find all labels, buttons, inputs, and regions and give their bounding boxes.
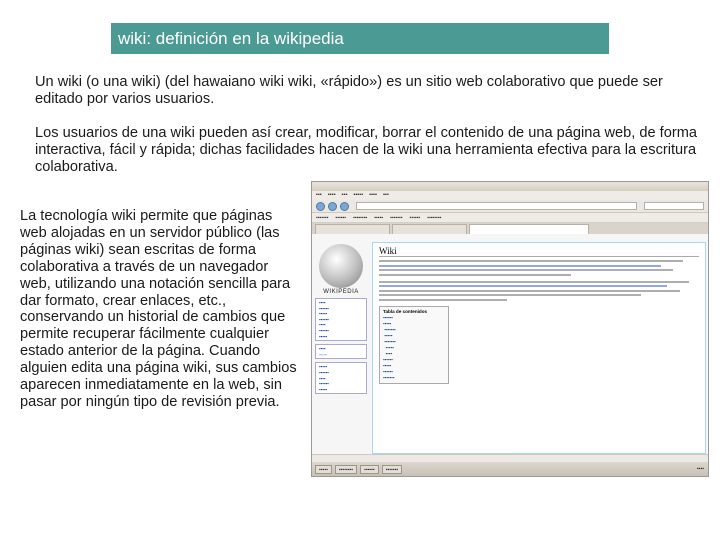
article-title: Wiki bbox=[379, 246, 699, 257]
taskbar-item: ▪▪▪▪▪ bbox=[315, 464, 332, 474]
taskbar-item: ▪▪▪▪▪▪▪ bbox=[381, 464, 403, 474]
search-box bbox=[644, 202, 704, 210]
back-icon bbox=[316, 201, 325, 211]
wiki-page: WIKIPEDIA ▪▪▪▪ ▪▪▪▪▪▪ ▪▪▪▪▪ ▪▪▪▪▪▪ ▪▪▪▪ ▪▪▪▪▪… bbox=[312, 234, 708, 454]
wikipedia-globe-icon bbox=[319, 244, 363, 288]
taskbar-clock: ▪▪▪▪ bbox=[696, 466, 704, 472]
reload-icon bbox=[340, 201, 349, 211]
tab bbox=[315, 224, 390, 234]
tab bbox=[392, 224, 467, 234]
taskbar-item: ▪▪▪▪▪▪ bbox=[360, 464, 379, 474]
sidebar-search-box: ▪▪▪▪ ▫▫▫▫▫ bbox=[315, 344, 367, 360]
sidebar-nav-box: ▪▪▪▪ ▪▪▪▪▪▪ ▪▪▪▪▪ ▪▪▪▪▪▪ ▪▪▪▪ ▪▪▪▪▪▪ ▪▪▪▪▪ bbox=[315, 298, 367, 342]
bookmarks-bar: ▪▪▪▪▪▪▪ ▪▪▪▪▪▪ ▪▪▪▪▪▪▪▪ ▪▪▪▪▪ ▪▪▪▪▪▪▪ ▪▪▪▪▪▪ ▪… bbox=[312, 213, 708, 223]
wikipedia-logo-text: WIKIPEDIA bbox=[323, 289, 359, 295]
desktop-taskbar: ▪▪▪▪▪ ▪▪▪▪▪▪▪▪ ▪▪▪▪▪▪ ▪▪▪▪▪▪▪ ▪▪▪▪ bbox=[312, 462, 708, 476]
sidebar-tools-box: ▪▪▪▪▪ ▪▪▪▪▪▪ ▪▪▪▪ ▪▪▪▪▪▪ ▪▪▪▪▪ bbox=[315, 362, 367, 395]
browser-statusbar bbox=[312, 454, 708, 462]
browser-tabs bbox=[312, 223, 708, 234]
window-titlebar bbox=[312, 182, 708, 191]
wiki-sidebar: WIKIPEDIA ▪▪▪▪ ▪▪▪▪▪▪ ▪▪▪▪▪ ▪▪▪▪▪▪ ▪▪▪▪ ▪▪▪▪▪… bbox=[312, 234, 370, 454]
paragraph-technology: La tecnología wiki permite que páginas w… bbox=[20, 208, 297, 410]
browser-toolbar bbox=[312, 200, 708, 213]
toc-title: Tabla de contenidos bbox=[383, 308, 428, 314]
wikipedia-screenshot: ▪▪▪ ▪▪▪▪ ▪▪▪ ▪▪▪▪▪ ▪▪▪▪ ▪▪▪ ▪▪▪▪▪▪▪ ▪▪▪▪▪▪ ▪▪▪▪… bbox=[311, 181, 709, 477]
address-bar bbox=[356, 202, 637, 210]
browser-menubar: ▪▪▪ ▪▪▪▪ ▪▪▪ ▪▪▪▪▪ ▪▪▪▪ ▪▪▪ bbox=[312, 191, 708, 200]
paragraph-users: Los usuarios de una wiki pueden así crea… bbox=[35, 125, 697, 175]
table-of-contents: Tabla de contenidos ▪▪▪▪▪▪ ▪▪▪▪▪ ▪▪▪▪▪▪▪ … bbox=[379, 305, 449, 384]
wiki-article: Wiki Tabla de contenidos ▪▪▪▪▪▪ ▪▪▪▪▪ ▪▪▪… bbox=[372, 242, 706, 454]
tab-active bbox=[469, 224, 589, 234]
slide-title: wiki: definición en la wikipedia bbox=[111, 23, 609, 54]
taskbar-item: ▪▪▪▪▪▪▪▪ bbox=[334, 464, 358, 474]
forward-icon bbox=[328, 201, 337, 211]
paragraph-definition: Un wiki (o una wiki) (del hawaiano wiki … bbox=[35, 74, 663, 107]
